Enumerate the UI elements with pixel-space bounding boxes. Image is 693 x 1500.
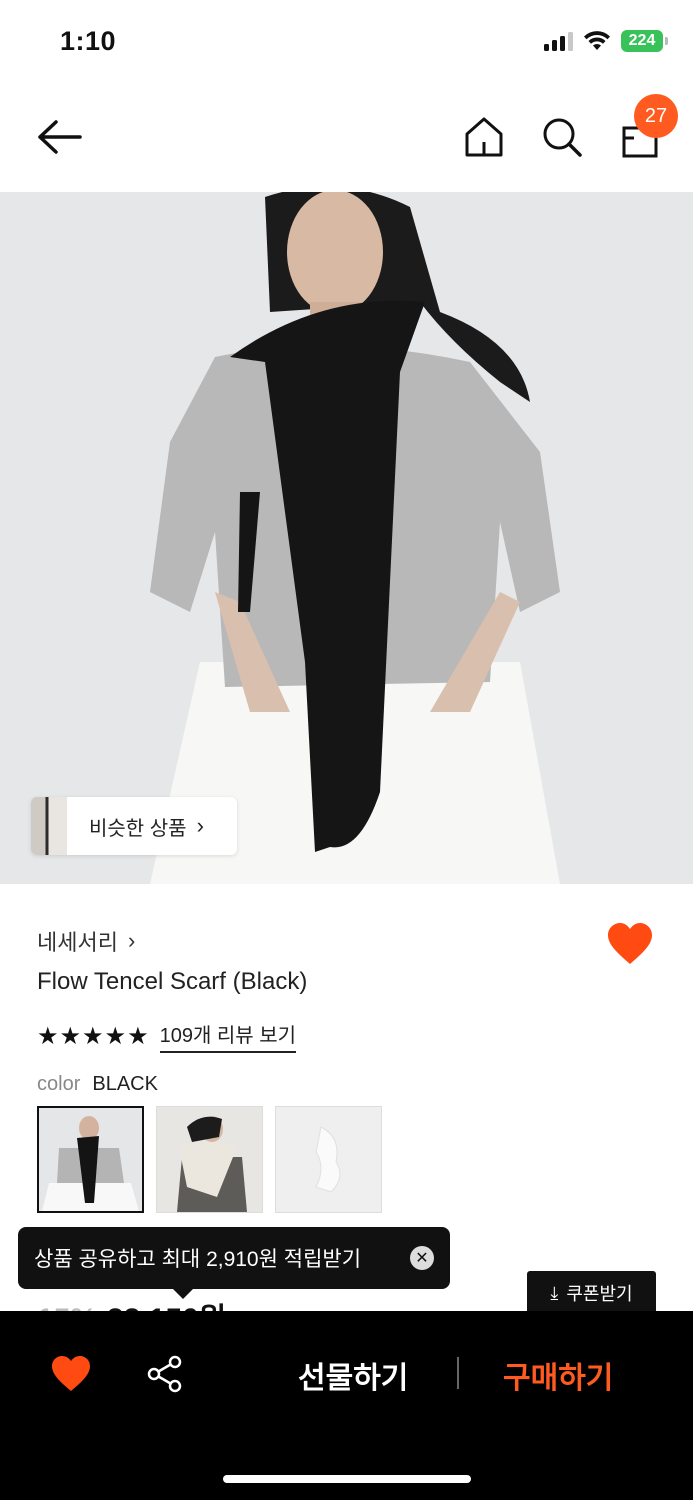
similar-thumbnail bbox=[31, 797, 67, 855]
battery-icon: 224 bbox=[621, 30, 668, 52]
home-icon[interactable] bbox=[462, 114, 506, 160]
brand-name: 네세서리 bbox=[37, 930, 118, 955]
top-nav: 27 bbox=[0, 84, 693, 192]
similar-products-label: 비슷한 상품 bbox=[89, 817, 187, 840]
swatch-white[interactable] bbox=[275, 1106, 382, 1213]
share-reward-text: 상품 공유하고 최대 2,910원 적립받기 bbox=[34, 1248, 362, 1271]
wifi-icon bbox=[584, 31, 610, 50]
status-bar: 1:10 224 bbox=[0, 0, 693, 84]
coupon-button[interactable]: ⤓ 쿠폰받기 bbox=[527, 1271, 656, 1315]
search-icon[interactable] bbox=[539, 114, 585, 160]
discount-percent: 15% bbox=[37, 1303, 97, 1311]
status-time: 1:10 bbox=[60, 26, 117, 56]
share-icon[interactable] bbox=[146, 1355, 184, 1393]
color-row: color BLACK bbox=[37, 1073, 158, 1096]
similar-products-button[interactable]: 비슷한 상품 › bbox=[31, 797, 237, 855]
favorite-heart-icon[interactable] bbox=[606, 922, 654, 966]
model-photo bbox=[0, 192, 693, 884]
coupon-label: 쿠폰받기 bbox=[566, 1284, 633, 1304]
star-rating-icon: ★★★★★ bbox=[37, 1022, 150, 1050]
price-amount: 33,150원 bbox=[107, 1303, 226, 1311]
share-reward-tooltip[interactable]: 상품 공유하고 최대 2,910원 적립받기 ✕ bbox=[18, 1227, 450, 1299]
price-row: 15% 33,150원 bbox=[37, 1294, 226, 1311]
cellular-signal-icon bbox=[544, 31, 573, 51]
close-icon[interactable]: ✕ bbox=[410, 1246, 434, 1270]
color-label: color bbox=[37, 1073, 81, 1095]
status-indicators: 224 bbox=[544, 30, 668, 52]
bottom-action-bar: 선물하기 구매하기 bbox=[0, 1311, 693, 1500]
cart-count-badge: 27 bbox=[634, 94, 678, 138]
chevron-right-icon: › bbox=[196, 813, 204, 838]
color-swatches bbox=[37, 1106, 382, 1213]
chevron-right-icon: › bbox=[127, 928, 136, 953]
rating-row: ★★★★★ 109개 리뷰 보기 bbox=[37, 1019, 297, 1053]
divider bbox=[457, 1357, 459, 1389]
download-icon: ⤓ bbox=[550, 1282, 559, 1303]
wishlist-heart-icon[interactable] bbox=[50, 1355, 92, 1393]
brand-link[interactable]: 네세서리 › bbox=[37, 925, 135, 957]
battery-level: 224 bbox=[628, 32, 656, 49]
home-indicator bbox=[223, 1475, 471, 1483]
review-link[interactable]: 109개 리뷰 보기 bbox=[159, 1019, 297, 1053]
color-value: BLACK bbox=[92, 1073, 158, 1095]
swatch-ivory[interactable] bbox=[156, 1106, 263, 1213]
product-hero-image[interactable] bbox=[0, 192, 693, 884]
product-name: Flow Tencel Scarf (Black) bbox=[37, 968, 308, 995]
buy-button[interactable]: 구매하기 bbox=[503, 1353, 613, 1397]
gift-button[interactable]: 선물하기 bbox=[298, 1353, 408, 1397]
swatch-black[interactable] bbox=[37, 1106, 144, 1213]
back-arrow-icon[interactable] bbox=[34, 114, 84, 160]
